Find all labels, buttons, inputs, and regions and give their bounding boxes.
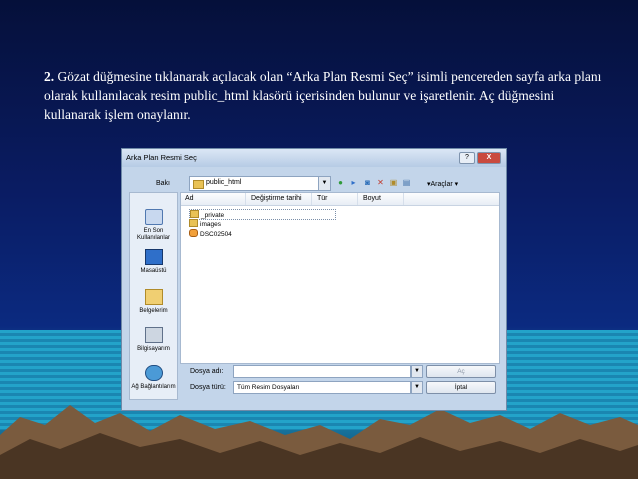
recent-icon <box>144 209 163 225</box>
desktop-icon <box>144 249 163 265</box>
file-name-input[interactable] <box>233 365 411 378</box>
cancel-button[interactable]: İptal <box>426 381 496 394</box>
image-file-icon <box>189 229 198 237</box>
place-label: Masaüstü <box>140 268 167 274</box>
look-in-select[interactable]: public_html <box>189 176 328 191</box>
slide-background: 2. Gözat düğmesine tıklanarak açılacak o… <box>0 0 638 479</box>
place-network[interactable]: Ağ Bağlantılarım <box>130 365 177 391</box>
place-recent[interactable]: En Son Kullanılanlar <box>130 209 177 242</box>
instruction-body: Gözat düğmesine tıklanarak açılacak olan… <box>44 69 602 122</box>
back-icon[interactable]: ● <box>335 177 346 188</box>
file-row[interactable]: images <box>189 219 221 228</box>
file-name-label: Dosya adı: <box>190 368 224 375</box>
network-icon <box>144 365 163 381</box>
delete-icon[interactable]: ✕ <box>375 177 386 188</box>
dialog-title: Arka Plan Resmi Seç <box>126 153 197 162</box>
tools-menu[interactable]: ▾Araçlar ▾ <box>427 180 458 188</box>
file-list-header: Ad Değiştirme tarihi Tür Boyut <box>181 193 499 206</box>
dialog-titlebar: Arka Plan Resmi Seç ? X <box>122 149 506 167</box>
column-name[interactable]: Ad <box>185 193 246 205</box>
computer-icon <box>144 327 163 343</box>
step-number: 2. <box>44 69 55 84</box>
help-button[interactable]: ? <box>459 152 475 164</box>
open-button[interactable]: Aç <box>426 365 496 378</box>
up-folder-icon[interactable]: ▸ <box>348 177 359 188</box>
place-computer[interactable]: Bilgisayarım <box>130 327 177 353</box>
column-modified[interactable]: Değiştirme tarihi <box>251 193 312 205</box>
file-row[interactable]: DSC02504 <box>189 229 232 238</box>
column-size[interactable]: Boyut <box>363 193 404 205</box>
look-in-value: public_html <box>206 179 242 186</box>
look-in-label: Bakı <box>156 180 171 187</box>
search-web-icon[interactable]: ◙ <box>362 177 373 188</box>
file-name: _private <box>201 212 225 219</box>
place-label: Ağ Bağlantılarım <box>131 384 176 390</box>
close-button[interactable]: X <box>477 152 501 164</box>
place-documents[interactable]: Belgelerim <box>130 289 177 315</box>
documents-icon <box>144 289 163 305</box>
folder-icon <box>189 219 198 227</box>
place-label: Belgelerim <box>139 308 168 314</box>
instruction-text: 2. Gözat düğmesine tıklanarak açılacak o… <box>44 67 604 124</box>
places-bar: En Son Kullanılanlar Masaüstü Belgelerim… <box>129 192 178 400</box>
file-name: images <box>200 221 221 228</box>
place-label: En Son Kullanılanlar <box>136 228 171 241</box>
file-list[interactable]: Ad Değiştirme tarihi Tür Boyut _private … <box>180 192 500 364</box>
place-label: Bilgisayarım <box>137 346 170 352</box>
file-name: DSC02504 <box>200 231 232 238</box>
column-type[interactable]: Tür <box>317 193 358 205</box>
new-folder-icon[interactable]: ▣ <box>388 177 399 188</box>
views-icon[interactable]: ▤ <box>401 177 412 188</box>
folder-icon <box>190 210 199 218</box>
folder-icon <box>193 180 204 189</box>
open-file-dialog: Arka Plan Resmi Seç ? X Bakı public_html… <box>121 148 507 411</box>
file-type-dropdown-arrow[interactable]: ▼ <box>411 381 423 394</box>
place-desktop[interactable]: Masaüstü <box>130 249 177 275</box>
file-type-label: Dosya türü: <box>190 384 226 391</box>
file-name-dropdown-arrow[interactable]: ▼ <box>411 365 423 378</box>
look-in-dropdown-arrow[interactable]: ▼ <box>318 176 331 191</box>
file-type-select[interactable]: Tüm Resim Dosyaları <box>233 381 411 394</box>
file-type-value: Tüm Resim Dosyaları <box>237 384 300 391</box>
